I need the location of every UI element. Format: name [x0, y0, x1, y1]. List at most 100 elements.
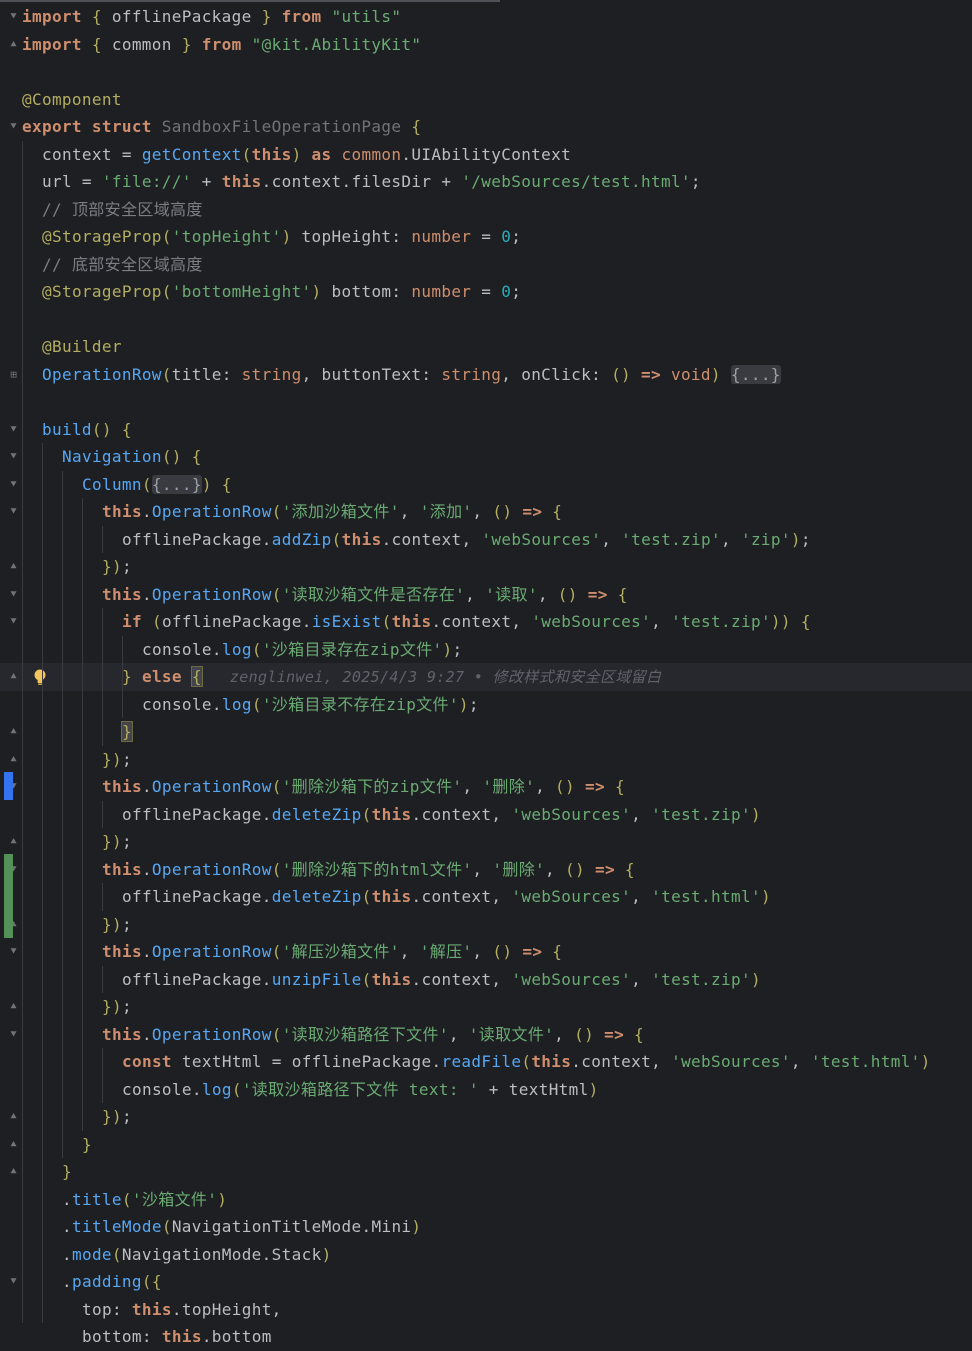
code-line[interactable]: .titleMode(NavigationTitleMode.Mini) [0, 1213, 972, 1241]
code-token: textHtml = offlinePackage. [171, 1052, 442, 1071]
code-token: ; [511, 227, 522, 246]
code-line[interactable]: ⯅}); [0, 828, 972, 856]
fold-toggle-icon[interactable]: ⯅ [8, 1110, 19, 1123]
code-line[interactable]: // 底部安全区域高度 [0, 251, 972, 279]
code-line[interactable] [0, 388, 972, 416]
code-line[interactable]: ⯆ Column({...}) { [0, 471, 972, 499]
fold-toggle-icon[interactable]: ⯅ [8, 753, 19, 766]
code-text: url = 'file://' + this.context.filesDir … [42, 168, 701, 196]
code-token: => [522, 942, 543, 961]
code-text: console.log('沙箱目录不存在zip文件'); [142, 691, 479, 719]
fold-toggle-icon[interactable]: ⯆ [8, 423, 19, 436]
code-token: () [492, 502, 513, 521]
code-line[interactable]: ⯅}); [0, 746, 972, 774]
code-line[interactable]: @StorageProp('bottomHeight') bottom: num… [0, 278, 972, 306]
fold-toggle-icon[interactable]: ⯆ [8, 120, 19, 133]
fold-toggle-icon[interactable]: ⯅ [8, 1000, 19, 1013]
code-token: this [391, 612, 432, 631]
indent-guide [122, 690, 123, 718]
code-token: } [102, 749, 112, 769]
code-token: '/webSources/test.html' [461, 172, 691, 191]
fold-toggle-icon[interactable]: ⯆ [8, 478, 19, 491]
code-line[interactable]: console.log('沙箱目录存在zip文件'); [0, 636, 972, 664]
code-line[interactable]: ⯅} [0, 1131, 972, 1159]
fold-toggle-icon[interactable]: ⯆ [8, 1275, 19, 1288]
fold-toggle-icon[interactable]: ⯆ [8, 10, 19, 23]
code-line[interactable]: url = 'file://' + this.context.filesDir … [0, 168, 972, 196]
code-line[interactable]: ⯅} [0, 1158, 972, 1186]
code-line[interactable]: .title('沙箱文件') [0, 1186, 972, 1214]
fold-toggle-icon[interactable]: ⯆ [8, 505, 19, 518]
lightbulb-icon[interactable] [32, 668, 48, 686]
code-line[interactable]: ⯆ this.OperationRow('添加沙箱文件', '添加', () =>… [0, 498, 972, 526]
code-line[interactable]: ⯆ if (offlinePackage.isExist(this.context… [0, 608, 972, 636]
code-line[interactable]: .mode(NavigationMode.Stack) [0, 1241, 972, 1269]
code-line[interactable]: ⯆ export struct SandboxFileOperationPage … [0, 113, 972, 141]
fold-toggle-icon[interactable]: ⯅ [8, 1138, 19, 1151]
code-line[interactable]: ⯅}); [0, 553, 972, 581]
code-token: , [399, 942, 420, 961]
code-line[interactable]: context = getContext(this) as common.UIA… [0, 141, 972, 169]
code-token: this [102, 502, 142, 521]
code-token: ; [121, 1107, 132, 1126]
code-line[interactable]: @Builder [0, 333, 972, 361]
code-line[interactable]: offlinePackage.deleteZip(this.context, '… [0, 883, 972, 911]
code-editor[interactable]: ⯆ import { offlinePackage } from "utils" ⯅… [0, 0, 972, 1346]
code-line[interactable]: ⯅ import { common } from "@kit.AbilityKit… [0, 31, 972, 59]
code-line[interactable]: ⯆ this.OperationRow('读取沙箱路径下文件', '读取文件', … [0, 1021, 972, 1049]
fold-toggle-icon[interactable]: ⯅ [8, 725, 19, 738]
code-line[interactable]: @Component [0, 86, 972, 114]
code-line[interactable]: ⊞ OperationRow(title: string, buttonText:… [0, 361, 972, 389]
code-token: . [62, 1244, 72, 1264]
code-line[interactable]: ⯅}); [0, 1103, 972, 1131]
code-line[interactable] [0, 58, 972, 86]
code-token: ) [750, 804, 761, 824]
code-line[interactable]: ⯆ this.OperationRow('删除沙箱下的zip文件', '删除', … [0, 773, 972, 801]
code-line[interactable]: ⯆ import { offlinePackage } from "utils" [0, 3, 972, 31]
fold-toggle-icon[interactable]: ⯅ [8, 835, 19, 848]
code-line[interactable]: ⯆ this.OperationRow('读取沙箱文件是否存在', '读取', (… [0, 581, 972, 609]
code-line[interactable]: offlinePackage.unzipFile(this.context, '… [0, 966, 972, 994]
code-line[interactable]: ⯆ Navigation() { [0, 443, 972, 471]
fold-toggle-icon[interactable]: ⯆ [8, 615, 19, 628]
code-line[interactable]: ⯆ build() { [0, 416, 972, 444]
code-line[interactable]: ⯅} else {zenglinwei, 2025/4/3 9:27 • 修改样… [0, 663, 972, 691]
fold-toggle-icon[interactable]: ⯆ [8, 450, 19, 463]
code-line[interactable]: ⯅}); [0, 911, 972, 939]
vcs-change-marker[interactable] [4, 854, 13, 938]
fold-toggle-icon[interactable]: ⯆ [8, 588, 19, 601]
fold-expand-icon[interactable]: ⊞ [8, 368, 19, 381]
code-text: offlinePackage.addZip(this.context, 'web… [122, 526, 811, 554]
code-line[interactable]: ⯅} [0, 718, 972, 746]
code-line[interactable]: ⯆ .padding({ [0, 1268, 972, 1296]
code-line[interactable]: console.log('读取沙箱路径下文件 text: ' + textHtm… [0, 1076, 972, 1104]
code-token: { [617, 584, 628, 604]
fold-toggle-icon[interactable]: ⯆ [8, 1028, 19, 1041]
code-line[interactable]: ⯅}); [0, 993, 972, 1021]
code-token: '沙箱目录存在zip文件' [261, 639, 443, 659]
code-line[interactable]: ⯆ this.OperationRow('解压沙箱文件', '解压', () =>… [0, 938, 972, 966]
code-token: @Component [22, 89, 122, 109]
code-line[interactable]: offlinePackage.deleteZip(this.context, '… [0, 801, 972, 829]
fold-toggle-icon[interactable]: ⯅ [8, 560, 19, 573]
fold-toggle-icon[interactable]: ⯅ [8, 1165, 19, 1178]
code-line[interactable]: const textHtml = offlinePackage.readFile… [0, 1048, 972, 1076]
fold-toggle-icon[interactable]: ⯅ [8, 670, 19, 683]
code-line[interactable]: @StorageProp('topHeight') topHeight: num… [0, 223, 972, 251]
fold-toggle-icon[interactable]: ⯅ [8, 38, 19, 51]
code-text: .titleMode(NavigationTitleMode.Mini) [62, 1213, 421, 1241]
code-line[interactable]: // 顶部安全区域高度 [0, 196, 972, 224]
code-token: { [151, 1272, 162, 1291]
fold-toggle-icon[interactable]: ⯆ [8, 945, 19, 958]
code-line[interactable]: top: this.topHeight, [0, 1296, 972, 1324]
code-line[interactable]: ⯆ this.OperationRow('删除沙箱下的html文件', '删除',… [0, 856, 972, 884]
code-token: { [624, 859, 635, 879]
vcs-change-marker[interactable] [4, 772, 13, 800]
code-line[interactable]: bottom: this.bottom [0, 1323, 972, 1351]
code-text: OperationRow(title: string, buttonText: … [42, 361, 781, 389]
code-line[interactable]: offlinePackage.addZip(this.context, 'web… [0, 526, 972, 554]
code-line[interactable]: console.log('沙箱目录不存在zip文件'); [0, 691, 972, 719]
code-line[interactable] [0, 306, 972, 334]
